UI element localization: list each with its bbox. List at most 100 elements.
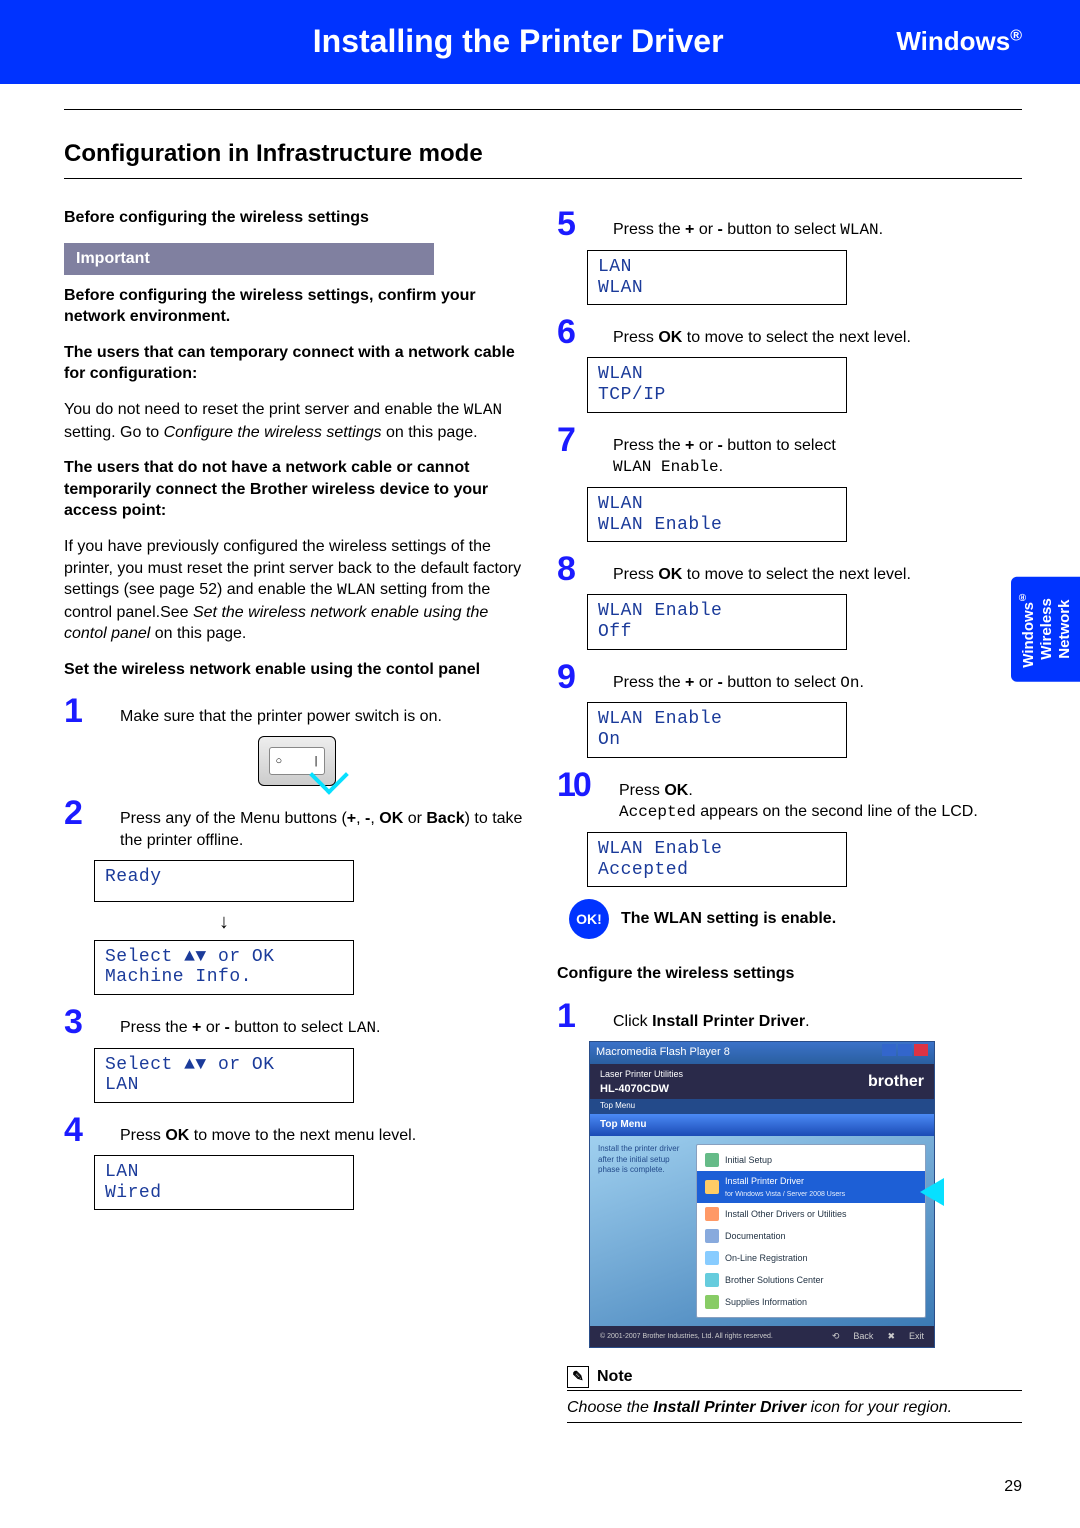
step-10: 10 Press OK. Accepted appears on the sec… [557,768,1022,824]
step-7: 7 Press the + or - button to select WLAN… [557,423,1022,479]
installer-exit-button[interactable]: Exit [909,1330,924,1342]
note-heading: ✎ Note [567,1366,1022,1391]
step-4: 4 Press OK to move to the next menu leve… [64,1113,529,1147]
installer-model: HL-4070CDW [600,1083,669,1095]
step-7-text: Press the + or - button to select WLAN E… [613,423,1022,479]
gear-icon [705,1153,719,1167]
install-icon [705,1180,719,1194]
config-step-1-text: Click Install Printer Driver. [613,999,1022,1033]
supplies-icon [705,1295,719,1309]
step-1: 1 Make sure that the printer power switc… [64,694,529,728]
step-5-text: Press the + or - button to select WLAN. [613,207,1022,242]
step-number: 6 [557,315,599,349]
important-bar: Important [64,243,434,275]
installer-menu-item[interactable]: Documentation [697,1225,925,1247]
step-number: 7 [557,423,599,457]
step-number: 10 [557,768,605,802]
step-number: 5 [557,207,599,241]
window-buttons-icon [880,1044,928,1061]
lcd-10: WLAN Enable Accepted [587,832,847,887]
step-5: 5 Press the + or - button to select WLAN… [557,207,1022,242]
installer-menu-item[interactable]: On-Line Registration [697,1247,925,1269]
installer-product-line: Laser Printer Utilities [600,1069,683,1079]
pointer-arrow-icon [920,1178,944,1206]
note-icon: ✎ [567,1366,589,1388]
installer-titlebar: Macromedia Flash Player 8 [590,1042,934,1064]
exit-icon[interactable]: ✖ [887,1330,895,1342]
back-arrow-icon[interactable]: ⟲ [832,1330,840,1342]
step-1-text: Make sure that the printer power switch … [120,694,529,728]
step-4-text: Press OK to move to the next menu level. [120,1113,529,1147]
config-step-1: 1 Click Install Printer Driver. [557,999,1022,1033]
set-wireless-head: Set the wireless network enable using th… [64,659,529,681]
installer-menu-item[interactable]: Supplies Information [697,1291,925,1313]
paragraph-2: If you have previously configured the wi… [64,536,529,645]
lcd-lan-wired: LAN Wired [94,1155,354,1210]
installer-menu-bar: Top Menu [590,1114,934,1136]
installer-menu-list: Initial Setup Install Printer Driverfor … [696,1144,926,1319]
installer-menu-item-selected[interactable]: Install Printer Driverfor Windows Vista … [697,1171,925,1204]
lcd-8: WLAN Enable Off [587,594,847,649]
header: Installing the Printer Driver Windows® [0,0,1080,84]
step-6-text: Press OK to move to select the next leve… [613,315,1022,349]
ok-text: The WLAN setting is enable. [621,908,836,930]
header-title: Installing the Printer Driver [0,20,896,63]
support-icon [705,1273,719,1287]
installer-menu-item[interactable]: Brother Solutions Center [697,1269,925,1291]
step-9: 9 Press the + or - button to select On. [557,660,1022,695]
arrow-down-icon: ↓ [94,912,354,932]
lcd-9: WLAN Enable On [587,702,847,757]
side-tab: Windows® Wireless Network [1011,577,1080,682]
pre-config-head: Before configuring the wireless settings [64,207,529,229]
step-number: 1 [557,999,599,1033]
lcd-5: LAN WLAN [587,250,847,305]
note-label: Note [597,1366,633,1388]
installer-side-text: Install the printer driver after the ini… [598,1144,688,1319]
page-number: 29 [1004,1476,1022,1498]
lcd-6: WLAN TCP/IP [587,357,847,412]
ok-row: OK! The WLAN setting is enable. [569,899,1022,939]
step-3: 3 Press the + or - button to select LAN. [64,1005,529,1040]
section-title: Configuration in Infrastructure mode [64,138,1022,170]
section-rule [64,109,1022,110]
step-number: 9 [557,660,599,694]
step-2-text: Press any of the Menu buttons (+, -, OK … [120,796,529,851]
important-p3: The users that do not have a network cab… [64,457,529,522]
doc-icon [705,1229,719,1243]
registered-icon: ® [1010,28,1022,45]
note-body: Choose the Install Printer Driver icon f… [567,1397,1022,1419]
installer-tab-row: Top Menu [590,1099,934,1114]
section-rule-2 [64,178,1022,179]
lcd-ready: Ready [94,860,354,902]
step-number: 3 [64,1005,106,1039]
ok-badge-icon: OK! [569,899,609,939]
lcd-select-1: Select ▲▼ or OK Machine Info. [94,940,354,995]
step-number: 4 [64,1113,106,1147]
important-p2: The users that can temporary connect wit… [64,342,529,385]
lcd-7: WLAN WLAN Enable [587,487,847,542]
installer-menu-item[interactable]: Install Other Drivers or Utilities [697,1203,925,1225]
step-number: 1 [64,694,106,728]
installer-menu-item[interactable]: Initial Setup [697,1149,925,1171]
step-9-text: Press the + or - button to select On. [613,660,1022,695]
installer-bottom: © 2001-2007 Brother Industries, Ltd. All… [590,1326,934,1346]
installer-title: Macromedia Flash Player 8 [596,1045,730,1060]
power-switch-illustration: ○| [258,736,336,786]
drivers-icon [705,1207,719,1221]
step-number: 2 [64,796,106,830]
note-footer-rule [567,1422,1022,1423]
os-name: Windows [896,26,1010,56]
installer-copyright: © 2001-2007 Brother Industries, Ltd. All… [600,1332,818,1341]
installer-back-button[interactable]: Back [853,1330,873,1342]
step-10-text: Press OK. Accepted appears on the second… [619,768,1022,824]
header-os: Windows® [896,24,1022,59]
lcd-select-2: Select ▲▼ or OK LAN [94,1048,354,1103]
globe-icon [705,1251,719,1265]
important-p1: Before configuring the wireless settings… [64,285,529,328]
installer-screenshot: Macromedia Flash Player 8 Laser Printer … [589,1041,935,1348]
configure-head: Configure the wireless settings [557,963,1022,985]
step-8: 8 Press OK to move to select the next le… [557,552,1022,586]
step-number: 8 [557,552,599,586]
installer-brand: brother [868,1071,924,1093]
step-2: 2 Press any of the Menu buttons (+, -, O… [64,796,529,851]
